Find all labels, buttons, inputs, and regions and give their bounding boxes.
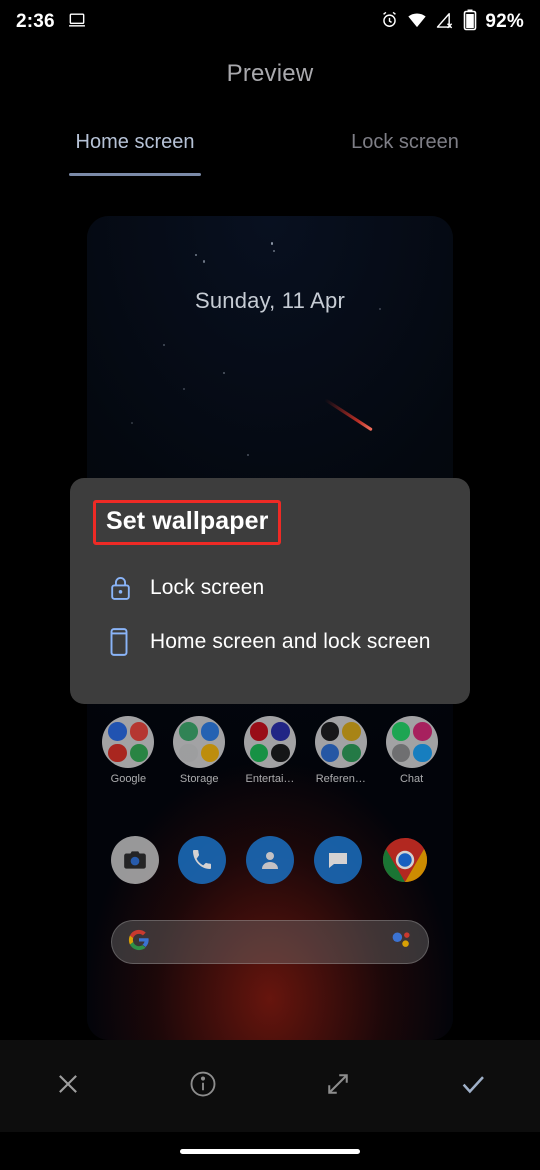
date-widget: Sunday, 11 Apr bbox=[195, 288, 345, 313]
folder-label: Storage bbox=[179, 773, 219, 785]
folder-icon bbox=[243, 716, 296, 768]
tab-active-indicator bbox=[69, 173, 201, 176]
folder-icon bbox=[102, 716, 155, 768]
folder-item[interactable]: Google bbox=[97, 716, 159, 785]
bottom-toolbar bbox=[0, 1040, 540, 1132]
status-bar-left: 2:36 bbox=[16, 10, 87, 35]
check-icon bbox=[458, 1069, 488, 1104]
gesture-nav-pill[interactable] bbox=[180, 1148, 360, 1154]
expand-button[interactable] bbox=[270, 1040, 405, 1132]
dialog-title: Set wallpaper bbox=[106, 507, 269, 535]
folder-label: Google bbox=[110, 773, 147, 785]
confirm-button[interactable] bbox=[405, 1040, 540, 1132]
folder-icon bbox=[173, 716, 226, 768]
close-button[interactable] bbox=[0, 1040, 135, 1132]
phone-screen: 2:36 92% Preview Home screen Lock screen… bbox=[0, 0, 540, 1170]
dialog-option-home-and-lock-screen[interactable]: Home screen and lock screen bbox=[70, 617, 470, 667]
folder-label: Referen… bbox=[315, 773, 366, 785]
folder-icon bbox=[314, 716, 367, 768]
wifi-icon bbox=[407, 10, 427, 35]
folder-label: Chat bbox=[399, 773, 424, 785]
status-bar-right: 92% bbox=[380, 9, 524, 36]
gesture-nav-bar bbox=[0, 1132, 540, 1170]
close-icon bbox=[54, 1070, 82, 1103]
phone-screen-icon bbox=[108, 627, 150, 657]
status-bar: 2:36 92% bbox=[0, 0, 540, 44]
phone-icon[interactable] bbox=[178, 836, 227, 884]
tab-lock-screen[interactable]: Lock screen bbox=[270, 128, 540, 184]
status-time: 2:36 bbox=[16, 11, 55, 32]
dialog-option-label: Lock screen bbox=[150, 576, 265, 600]
home-dock-row bbox=[87, 836, 453, 884]
dialog-title-highlight: Set wallpaper bbox=[93, 500, 282, 545]
google-search-bar[interactable] bbox=[111, 920, 429, 964]
google-g-icon bbox=[128, 929, 150, 956]
battery-icon bbox=[463, 9, 477, 36]
camera-icon[interactable] bbox=[110, 836, 159, 884]
dialog-option-label: Home screen and lock screen bbox=[150, 630, 431, 654]
folder-label: Entertai… bbox=[245, 773, 295, 785]
battery-percent: 92% bbox=[485, 11, 524, 32]
folder-item[interactable]: Entertai… bbox=[239, 716, 301, 785]
dialog-option-lock-screen[interactable]: Lock screen bbox=[70, 563, 470, 613]
tab-lock-screen-label: Lock screen bbox=[351, 131, 459, 153]
info-button[interactable] bbox=[135, 1040, 270, 1132]
messages-icon[interactable] bbox=[313, 836, 362, 884]
alarm-icon bbox=[380, 10, 399, 34]
tab-home-screen[interactable]: Home screen bbox=[0, 128, 270, 184]
tab-home-screen-label: Home screen bbox=[75, 131, 195, 153]
contacts-icon[interactable] bbox=[245, 836, 294, 884]
folder-item[interactable]: Storage bbox=[168, 716, 230, 785]
meteor-streak bbox=[324, 398, 373, 432]
info-icon bbox=[188, 1069, 218, 1104]
lock-icon bbox=[108, 575, 150, 602]
folder-item[interactable]: Chat bbox=[381, 716, 443, 785]
assistant-icon[interactable] bbox=[390, 930, 412, 955]
expand-icon bbox=[323, 1069, 353, 1104]
set-wallpaper-dialog: Set wallpaper Lock screen Home screen an… bbox=[70, 478, 470, 704]
folder-icon bbox=[385, 716, 438, 768]
home-folder-row: Google Storage Entertai… Referen… Chat bbox=[87, 716, 453, 785]
signal-off-icon bbox=[435, 10, 455, 35]
laptop-cast-icon bbox=[67, 10, 87, 35]
chrome-icon[interactable] bbox=[381, 836, 429, 884]
page-title: Preview bbox=[226, 60, 314, 87]
tab-bar: Home screen Lock screen bbox=[0, 128, 540, 184]
folder-item[interactable]: Referen… bbox=[310, 716, 372, 785]
